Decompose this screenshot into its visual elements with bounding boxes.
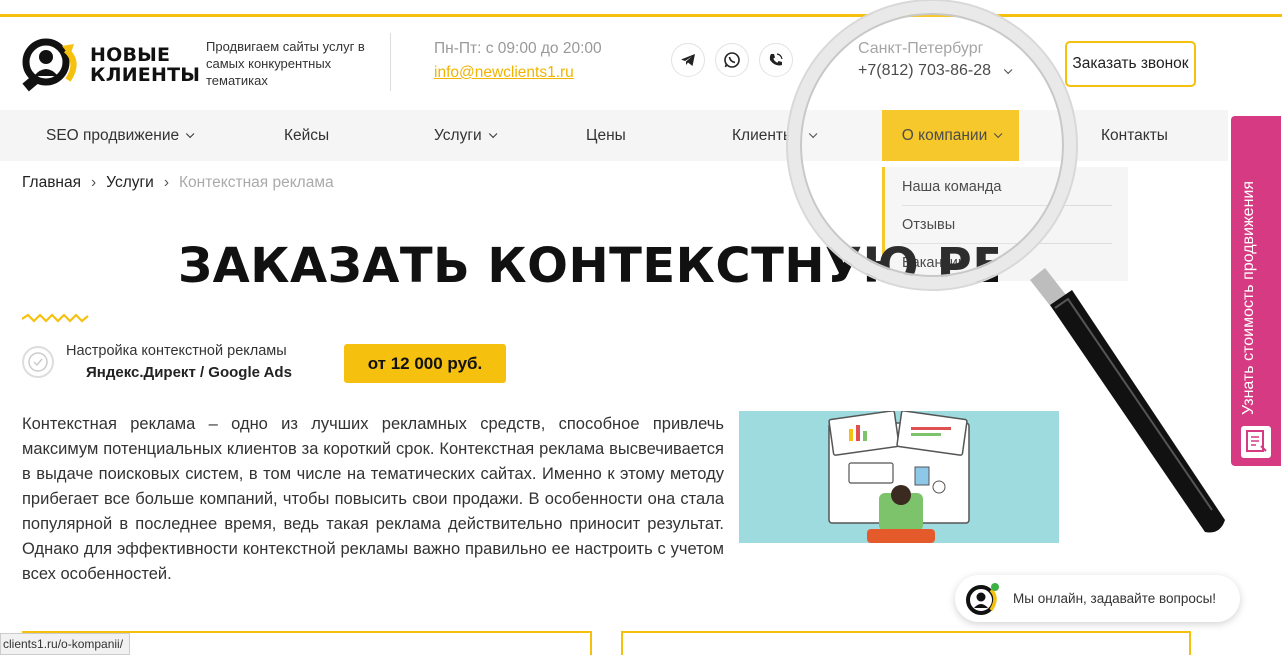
form-icon[interactable] — [1241, 426, 1271, 458]
decorative-wave — [21, 312, 90, 330]
breadcrumb-separator: › — [163, 174, 170, 191]
chat-label: Мы онлайн, задавайте вопросы! — [1013, 591, 1217, 606]
online-chat-widget[interactable]: Мы онлайн, задавайте вопросы! — [955, 575, 1240, 622]
top-accent-line — [0, 14, 1282, 17]
breadcrumb-current: Контекстная реклама — [179, 174, 334, 191]
chevron-down-icon — [1004, 65, 1013, 75]
clock-icon — [22, 346, 54, 378]
breadcrumb-home[interactable]: Главная — [22, 174, 81, 192]
chat-avatar-icon — [961, 578, 1003, 620]
workplace-illustration — [739, 411, 1059, 543]
logo-text: НОВЫЕ КЛИЕНТЫ — [90, 44, 201, 86]
nav-label: SEO продвижение — [46, 126, 180, 144]
nav-label: Клиенты — [732, 126, 795, 144]
nav-item-services[interactable]: Услуги — [434, 110, 498, 161]
logo[interactable]: НОВЫЕ КЛИЕНТЫ — [22, 36, 200, 94]
nav-item-prices[interactable]: Цены — [586, 110, 626, 161]
whatsapp-icon[interactable] — [715, 43, 749, 77]
nav-item-clients[interactable]: Клиенты — [732, 110, 818, 161]
nav-item-seo[interactable]: SEO продвижение — [46, 110, 195, 161]
working-hours: Пн-Пт: с 09:00 до 20:00 — [434, 40, 602, 57]
phone-text: +7(812) 703-86-28 — [858, 62, 991, 79]
header-divider — [390, 33, 391, 91]
nav-label: Цены — [586, 126, 626, 144]
side-tab-label: Узнать стоимость продвижения — [1240, 180, 1257, 415]
page-title: ЗАКАЗАТЬ КОНТЕКСТНУЮ РЕКЛАМУ — [178, 238, 998, 294]
tagline: Продвигаем сайты услуг в самых конкурент… — [206, 39, 365, 88]
intro-paragraph: Контекстная реклама – одно из лучших рек… — [22, 415, 724, 583]
status-bar-url: clients1.ru/o-kompanii/ — [0, 633, 131, 655]
city-label: Санкт-Петербург — [858, 40, 984, 57]
logo-mark-icon — [22, 36, 84, 94]
content-card — [621, 631, 1191, 655]
chevron-down-icon — [185, 129, 195, 138]
nav-item-about[interactable]: О компании — [882, 110, 1019, 161]
service-platforms: Яндекс.Директ / Google Ads — [86, 364, 292, 381]
dropdown-item-team[interactable]: Наша команда — [902, 168, 1112, 206]
service-title: Настройка контекстной рекламы — [66, 343, 287, 359]
nav-item-cases[interactable]: Кейсы — [284, 110, 329, 161]
nav-label: Услуги — [434, 126, 482, 144]
chevron-down-icon — [994, 129, 1003, 138]
chevron-down-icon — [809, 129, 818, 138]
nav-item-contacts[interactable]: Контакты — [1101, 110, 1168, 161]
main-nav: SEO продвижение Кейсы Услуги Цены Клиент… — [0, 110, 1228, 161]
telegram-icon[interactable] — [671, 43, 705, 77]
price-badge: от 12 000 руб. — [344, 344, 506, 383]
phone-number[interactable]: +7(812) 703-86-28 — [858, 62, 1013, 80]
nav-label: Кейсы — [284, 126, 330, 144]
breadcrumb-separator: › — [91, 174, 97, 191]
nav-label: Контакты — [1101, 126, 1168, 144]
nav-label: О компании — [901, 126, 988, 144]
breadcrumb: Главная › Услуги › Контекстная реклама — [22, 174, 334, 192]
chevron-down-icon — [488, 129, 498, 138]
viber-icon[interactable] — [759, 43, 793, 77]
breadcrumb-services[interactable]: Услуги — [106, 174, 154, 192]
order-call-button[interactable]: Заказать звонок — [1065, 41, 1196, 87]
email-link[interactable]: info@newclients1.ru — [434, 64, 574, 82]
